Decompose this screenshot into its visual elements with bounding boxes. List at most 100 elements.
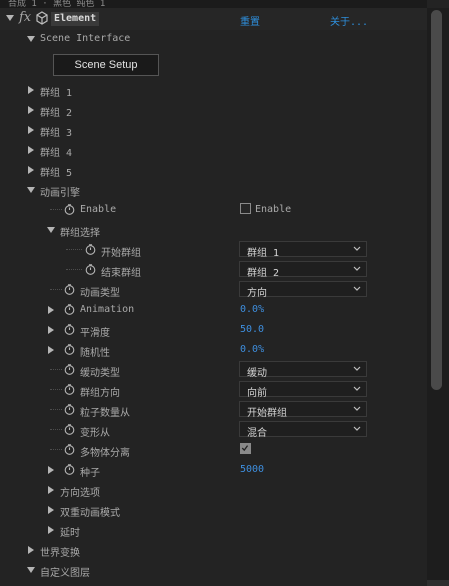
ease-type-label: 缓动类型	[80, 368, 120, 379]
animation-value[interactable]: 0.0%	[240, 304, 264, 315]
delay-row[interactable]: 延时	[0, 520, 427, 540]
seed-value[interactable]: 5000	[240, 464, 264, 475]
indent-guide	[50, 449, 62, 451]
expand-triangle-icon[interactable]	[28, 126, 34, 134]
expand-triangle-icon[interactable]	[48, 466, 54, 474]
cube-icon	[36, 11, 48, 25]
about-link[interactable]: 关于...	[330, 13, 368, 28]
dual-mode-label: 双重动画模式	[60, 508, 120, 519]
collapse-triangle-icon[interactable]	[6, 15, 14, 21]
group-label: 群组 5	[40, 168, 73, 179]
start-group-label: 开始群组	[101, 248, 141, 259]
stopwatch-icon[interactable]	[64, 284, 75, 295]
stopwatch-icon[interactable]	[64, 464, 75, 475]
expand-triangle-icon[interactable]	[48, 306, 54, 314]
animation-engine-row[interactable]: 动画引擎	[0, 180, 427, 200]
stopwatch-icon[interactable]	[64, 344, 75, 355]
scene-setup-button[interactable]: Scene Setup	[53, 54, 159, 76]
group-4-row[interactable]: 群组 4	[0, 140, 427, 160]
enable-checkbox[interactable]	[240, 203, 251, 214]
stopwatch-icon[interactable]	[64, 304, 75, 315]
animation-number[interactable]: 0.0	[240, 304, 258, 315]
particle-count-dropdown[interactable]: 开始群组	[239, 401, 367, 419]
stopwatch-icon[interactable]	[85, 264, 96, 275]
expand-triangle-icon[interactable]	[48, 526, 54, 534]
particle-count-row: 粒子数量从 开始群组	[0, 400, 427, 420]
group-label: 群组 2	[40, 108, 73, 119]
stopwatch-icon[interactable]	[64, 404, 75, 415]
randomness-number[interactable]: 0.0	[240, 344, 258, 355]
ease-type-dropdown[interactable]: 缓动	[239, 361, 367, 379]
anim-type-label: 动画类型	[80, 288, 120, 299]
expand-triangle-icon[interactable]	[28, 146, 34, 154]
scene-interface-row[interactable]: Scene Interface	[0, 29, 427, 49]
group-direction-row: 群组方向 向前	[0, 380, 427, 400]
animation-label: Animation	[80, 304, 135, 315]
dual-mode-row[interactable]: 双重动画模式	[0, 500, 427, 520]
stopwatch-icon[interactable]	[64, 424, 75, 435]
indent-guide	[66, 249, 82, 251]
multi-object-label: 多物体分离	[80, 448, 130, 459]
indent-guide	[50, 409, 62, 411]
group-2-row[interactable]: 群组 2	[0, 100, 427, 120]
anim-type-dropdown[interactable]: 方向	[239, 281, 367, 299]
transform-from-dropdown[interactable]: 混合	[239, 421, 367, 439]
end-group-dropdown[interactable]: 群组 2	[239, 261, 367, 279]
collapse-triangle-icon[interactable]	[47, 227, 55, 233]
custom-layers-row[interactable]: 自定义图层	[0, 560, 427, 580]
percent-unit: %	[258, 344, 265, 355]
dropdown-value: 缓动	[247, 368, 267, 379]
stopwatch-icon[interactable]	[64, 384, 75, 395]
indent-guide	[50, 389, 62, 391]
collapse-triangle-icon[interactable]	[27, 36, 35, 42]
enable-checkbox-label[interactable]: Enable	[255, 204, 291, 215]
smoothness-value[interactable]: 50.0	[240, 324, 264, 335]
expand-triangle-icon[interactable]	[28, 106, 34, 114]
randomness-label: 随机性	[80, 348, 110, 359]
expand-triangle-icon[interactable]	[28, 546, 34, 554]
custom-layers-label: 自定义图层	[40, 568, 90, 579]
indent-guide	[50, 429, 62, 431]
multi-object-checkbox[interactable]	[240, 443, 251, 454]
randomness-value[interactable]: 0.0%	[240, 344, 264, 355]
stopwatch-icon[interactable]	[64, 204, 75, 215]
collapse-triangle-icon[interactable]	[27, 187, 35, 193]
stopwatch-icon[interactable]	[64, 364, 75, 375]
chevron-down-icon	[353, 406, 361, 411]
expand-triangle-icon[interactable]	[48, 486, 54, 494]
reset-link[interactable]: 重置	[240, 13, 260, 28]
group-select-row[interactable]: 群组选择	[0, 220, 427, 240]
group-select-label: 群组选择	[60, 228, 100, 239]
expand-triangle-icon[interactable]	[28, 86, 34, 94]
group-3-row[interactable]: 群组 3	[0, 120, 427, 140]
chevron-down-icon	[353, 246, 361, 251]
collapse-triangle-icon[interactable]	[27, 567, 35, 573]
stopwatch-icon[interactable]	[64, 444, 75, 455]
animation-row: Animation 0.0%	[0, 300, 427, 320]
expand-triangle-icon[interactable]	[48, 506, 54, 514]
fx-toggle[interactable]: fx	[19, 10, 31, 25]
direction-options-row[interactable]: 方向选项	[0, 480, 427, 500]
percent-unit: %	[258, 304, 265, 315]
group-label: 群组 4	[40, 148, 73, 159]
expand-triangle-icon[interactable]	[28, 166, 34, 174]
indent-guide	[50, 209, 62, 211]
animation-engine-label: 动画引擎	[40, 188, 80, 199]
randomness-row: 随机性 0.0%	[0, 340, 427, 360]
world-transform-row[interactable]: 世界变换	[0, 540, 427, 560]
group-1-row[interactable]: 群组 1	[0, 80, 427, 100]
multi-object-row: 多物体分离	[0, 440, 427, 460]
group-5-row[interactable]: 群组 5	[0, 160, 427, 180]
expand-triangle-icon[interactable]	[48, 326, 54, 334]
scrollbar-thumb[interactable]	[431, 10, 442, 390]
chevron-down-icon	[353, 426, 361, 431]
vertical-scrollbar[interactable]	[427, 8, 449, 586]
dropdown-value: 开始群组	[247, 408, 287, 419]
expand-triangle-icon[interactable]	[48, 346, 54, 354]
group-direction-dropdown[interactable]: 向前	[239, 381, 367, 399]
start-group-dropdown[interactable]: 群组 1	[239, 241, 367, 259]
effect-header: fx Element 重置 关于...	[0, 8, 427, 30]
stopwatch-icon[interactable]	[64, 324, 75, 335]
particle-count-label: 粒子数量从	[80, 408, 130, 419]
stopwatch-icon[interactable]	[85, 244, 96, 255]
